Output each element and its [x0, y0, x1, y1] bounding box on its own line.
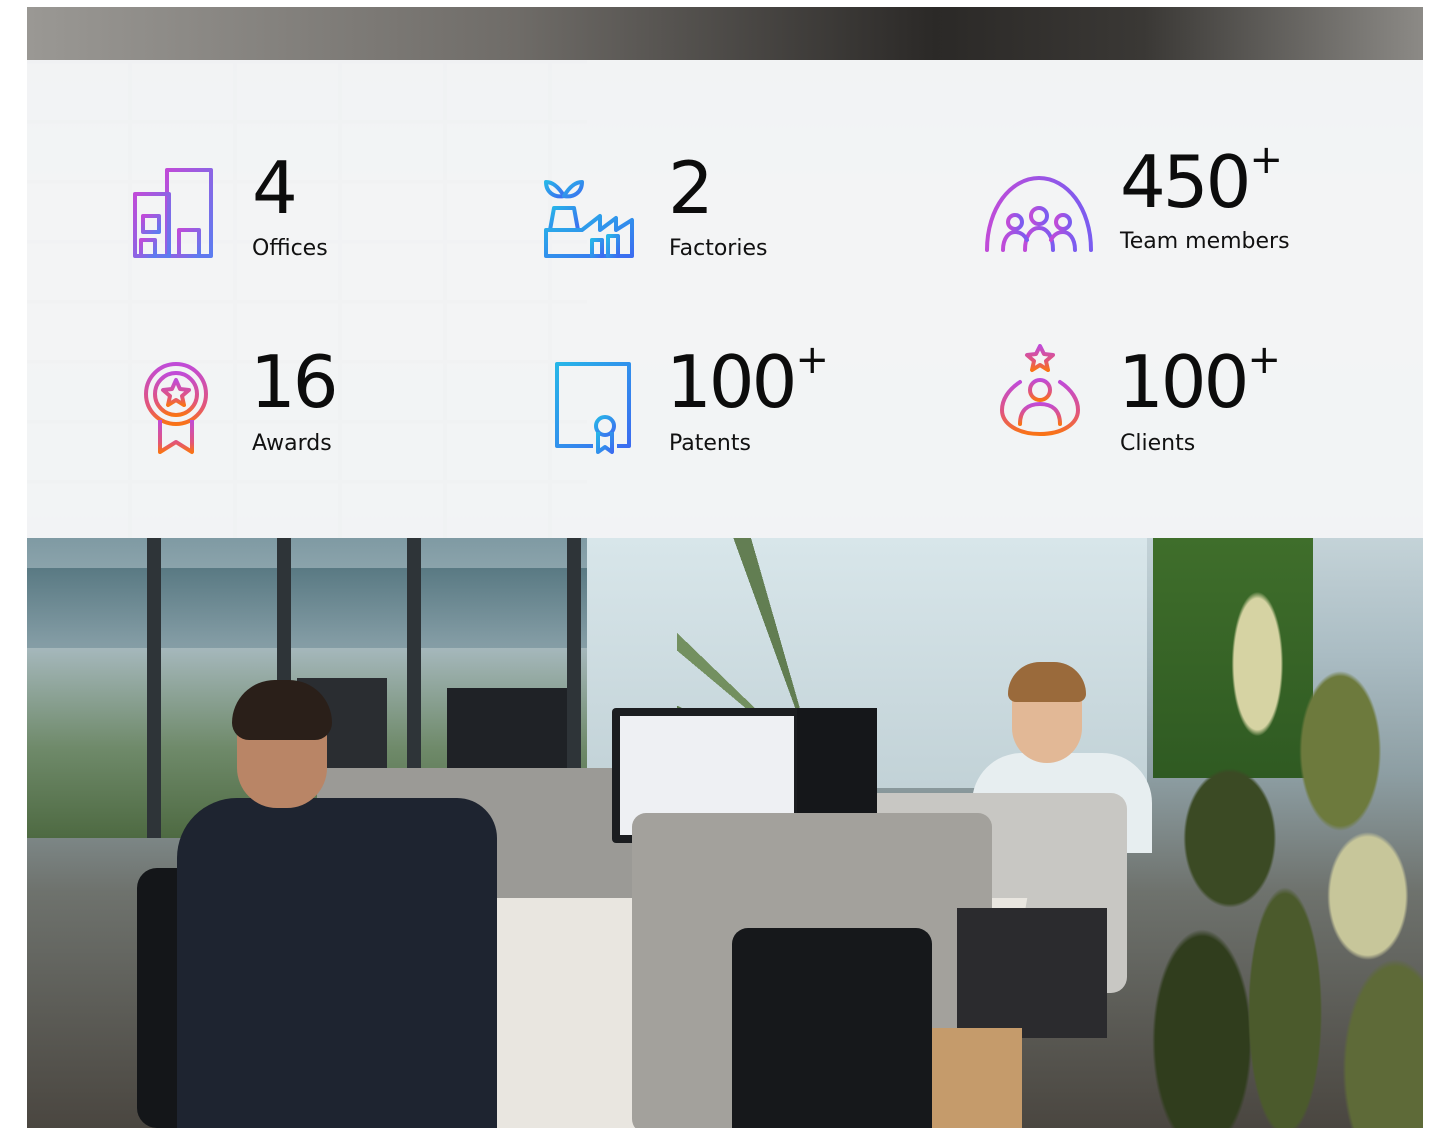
- factory-icon: [542, 180, 634, 258]
- stat-label: Patents: [669, 431, 751, 456]
- building-icon: [127, 168, 223, 258]
- monitor: [797, 708, 877, 828]
- stat-value: 2: [668, 146, 714, 230]
- certificate-icon: [555, 362, 631, 454]
- ceiling-photo-strip: [27, 7, 1423, 60]
- equipment-box: [957, 908, 1107, 1038]
- stat-suffix: +: [1247, 337, 1281, 383]
- stat-number: 450: [1120, 140, 1251, 224]
- cardboard-box: [932, 1028, 1022, 1128]
- office-photo: [27, 538, 1423, 1128]
- stat-value: 4: [252, 146, 298, 230]
- stat-number: 100: [1118, 340, 1249, 424]
- client-icon: [1000, 344, 1080, 436]
- stat-suffix: +: [1249, 137, 1283, 183]
- stat-label: Factories: [669, 236, 768, 261]
- person-at-desk: [177, 680, 517, 1128]
- office-chair: [732, 928, 932, 1128]
- team-icon: [985, 175, 1093, 252]
- outside-building: [27, 568, 587, 648]
- stats-panel: [27, 60, 1423, 538]
- window-mullion: [147, 538, 161, 838]
- stat-value: 100+: [1118, 340, 1281, 418]
- stat-value: 450+: [1120, 140, 1283, 218]
- potted-plant: [1147, 548, 1423, 1128]
- stat-value: 16: [250, 340, 339, 424]
- stat-number: 100: [666, 340, 797, 424]
- stat-label: Team members: [1120, 229, 1290, 254]
- stat-label: Offices: [252, 236, 328, 261]
- stat-label: Clients: [1120, 431, 1196, 456]
- stat-label: Awards: [252, 431, 332, 456]
- award-icon: [144, 362, 208, 454]
- stat-value: 100+: [666, 340, 829, 418]
- stat-suffix: +: [795, 337, 829, 383]
